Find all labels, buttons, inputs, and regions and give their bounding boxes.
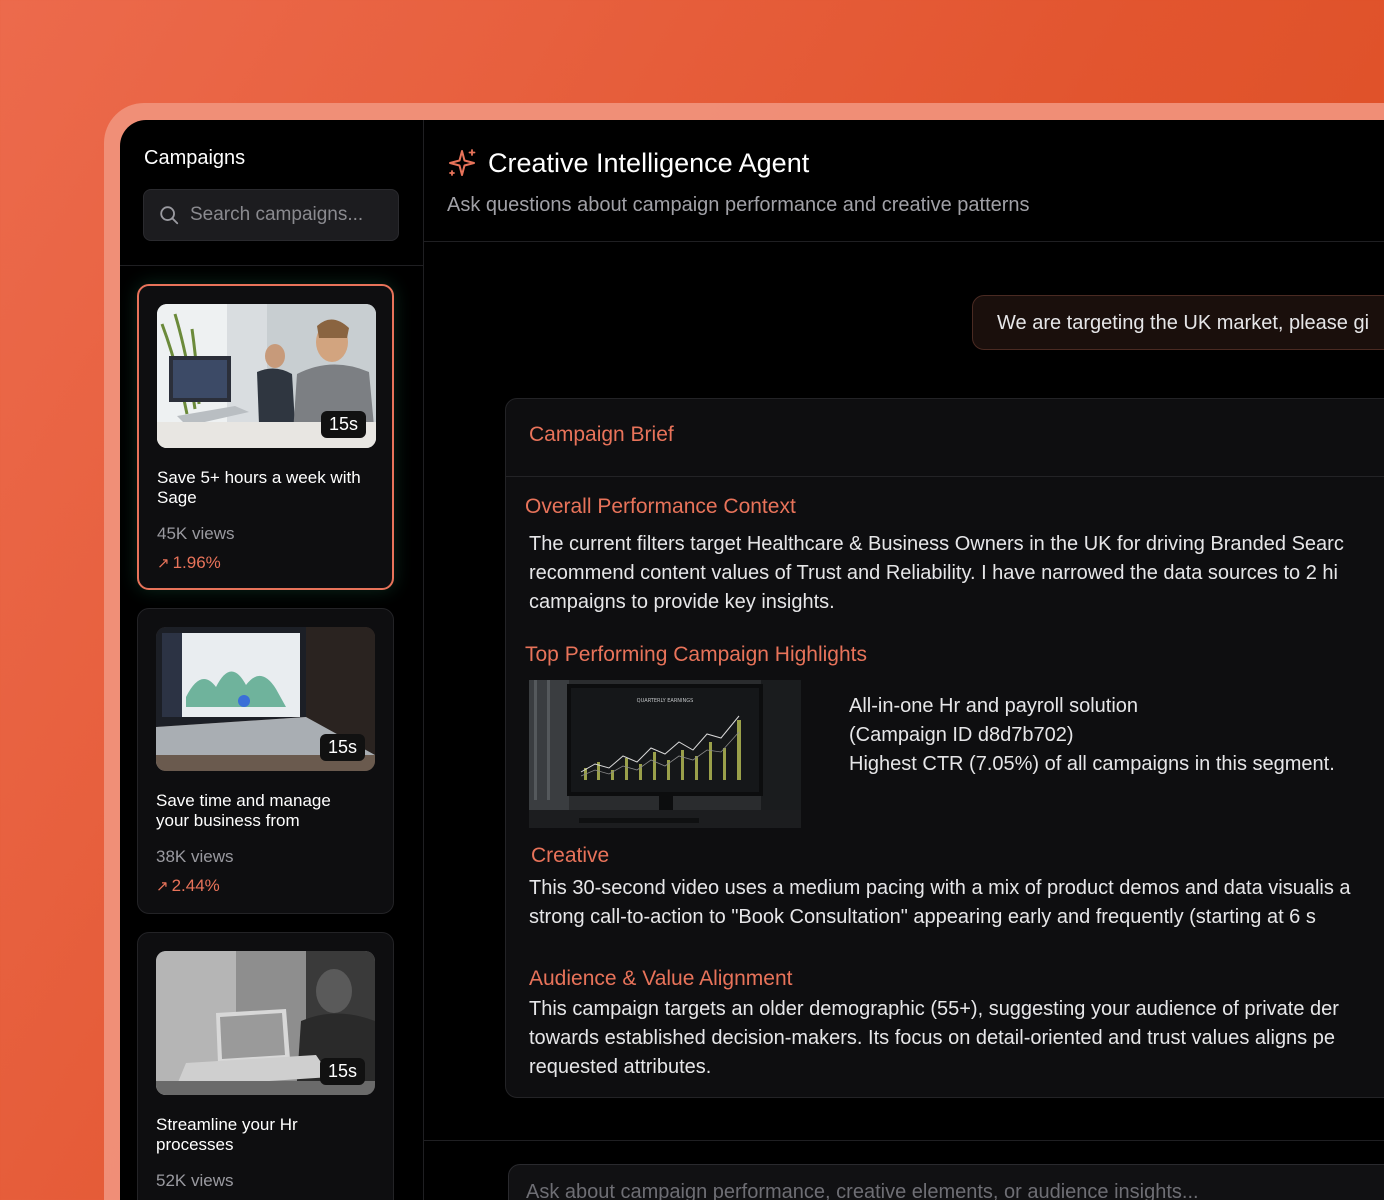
sidebar-title: Campaigns — [144, 147, 246, 169]
duration-badge: 15s — [320, 411, 366, 438]
campaign-thumbnail: 15s — [156, 627, 375, 771]
chat-input[interactable] — [526, 1181, 1384, 1200]
campaign-title: Save time and manage your business from — [156, 791, 331, 830]
creative-text: This 30-second video uses a medium pacin… — [529, 877, 1351, 928]
top-performing-heading: Top Performing Campaign Highlights — [525, 643, 867, 666]
agent-subtitle: Ask questions about campaign performance… — [447, 194, 1030, 216]
trend-up-icon: ↗ — [157, 555, 170, 572]
search-icon — [158, 204, 180, 226]
sparkle-icon — [447, 148, 477, 178]
user-message-bubble: We are targeting the UK market, please g… — [972, 295, 1384, 350]
svg-text:QUARTERLY EARNINGS: QUARTERLY EARNINGS — [637, 698, 694, 704]
campaign-thumbnail: 15s — [157, 304, 376, 448]
agent-title: Creative Intelligence Agent — [488, 148, 810, 178]
brief-title: Campaign Brief — [529, 423, 674, 446]
campaign-views: 45K views — [157, 524, 235, 543]
campaign-card[interactable]: 15s Streamline your Hr processes 52K vie… — [137, 932, 394, 1200]
campaign-ctr-value: 2.44% — [171, 876, 220, 895]
agent-header: Creative Intelligence Agent Ask question… — [424, 120, 1384, 242]
campaign-views: 38K views — [156, 847, 234, 866]
creative-heading: Creative — [531, 844, 610, 867]
overall-text: The current filters target Healthcare & … — [529, 533, 1344, 613]
brief-header: Campaign Brief — [506, 399, 1384, 477]
highlight-details: All-in-one Hr and payroll solution (Camp… — [849, 692, 1335, 779]
campaigns-sidebar: Campaigns Search campaigns... 15s Save 5… — [120, 120, 424, 1200]
campaign-title: Streamline your Hr processes — [156, 1115, 298, 1154]
chat-composer[interactable] — [508, 1164, 1384, 1200]
app-window: Campaigns Search campaigns... 15s Save 5… — [120, 120, 1384, 1200]
audience-heading: Audience & Value Alignment — [529, 967, 793, 990]
campaign-brief-card: Campaign Brief Overall Performance Conte… — [505, 398, 1384, 1098]
campaign-thumbnail: 15s — [156, 951, 375, 1095]
sidebar-header: Campaigns — [120, 120, 423, 266]
campaign-card[interactable]: 15s Save 5+ hours a week with Sage 45K v… — [137, 284, 394, 590]
campaign-ctr: ↗ 2.44% — [156, 876, 220, 896]
campaign-views: 52K views — [156, 1171, 234, 1190]
search-box[interactable] — [143, 189, 399, 241]
composer-divider — [424, 1140, 1384, 1141]
duration-badge: 15s — [319, 1058, 365, 1085]
campaign-ctr: ↗ 1.96% — [157, 553, 221, 573]
overall-heading: Overall Performance Context — [525, 495, 796, 518]
campaign-ctr-value: 1.96% — [172, 553, 221, 572]
highlight-campaign-id: (Campaign ID d8d7b702) — [849, 724, 1074, 746]
search-input[interactable] — [190, 204, 390, 226]
campaign-card[interactable]: 15s Save time and manage your business f… — [137, 608, 394, 914]
agent-panel: Creative Intelligence Agent Ask question… — [424, 120, 1384, 1200]
audience-text: This campaign targets an older demograph… — [529, 998, 1339, 1078]
duration-badge: 15s — [319, 734, 365, 761]
highlight-campaign-name: All-in-one Hr and payroll solution — [849, 695, 1139, 717]
highlight-ctr: Highest CTR (7.05%) of all campaigns in … — [849, 753, 1335, 775]
campaign-title: Save 5+ hours a week with Sage — [157, 468, 361, 507]
trend-up-icon: ↗ — [156, 878, 169, 895]
campaign-preview-image: QUARTERLY EARNINGS — [529, 680, 801, 828]
